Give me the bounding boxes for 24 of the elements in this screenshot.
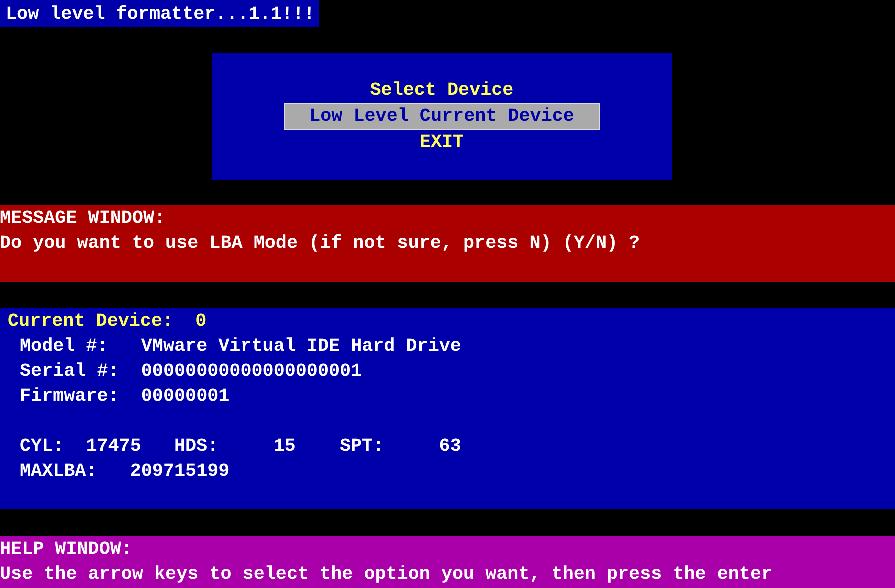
geometry-value: 17475 (86, 435, 142, 459)
maxlba-label: MAXLBA: (20, 460, 98, 484)
help-text: Use the arrow keys to select the option you want, then press the enter (0, 563, 774, 587)
title-bar: Low level formatter...1.1!!! (0, 0, 320, 27)
field-value: 00000000000000000001 (141, 360, 362, 384)
geometry-label: HDS: (174, 435, 220, 459)
current-device-label: Current Device: (8, 310, 174, 334)
menu-heading: Select Device (370, 79, 514, 103)
current-device-value: 0 (196, 310, 207, 334)
field-label: Serial #: (20, 360, 120, 384)
geometry-label: CYL: (20, 435, 66, 459)
field-label: Model #: (20, 335, 110, 359)
geometry-value: 15 (272, 435, 296, 459)
geometry-label: SPT: (340, 435, 386, 459)
field-value: 00000001 (141, 385, 230, 409)
help-title: HELP WINDOW: (0, 538, 134, 562)
menu-item[interactable]: EXIT (408, 130, 476, 155)
geometry-value: 63 (438, 435, 462, 459)
field-value: VMware Virtual IDE Hard Drive (141, 335, 462, 359)
maxlba-value: 209715199 (130, 460, 230, 484)
message-text: Do you want to use LBA Mode (if not sure, press N) (Y/N) ? (0, 232, 642, 256)
menu-item[interactable]: Low Level Current Device (284, 103, 600, 130)
field-label: Firmware: (20, 385, 120, 409)
message-title: MESSAGE WINDOW: (0, 207, 167, 231)
